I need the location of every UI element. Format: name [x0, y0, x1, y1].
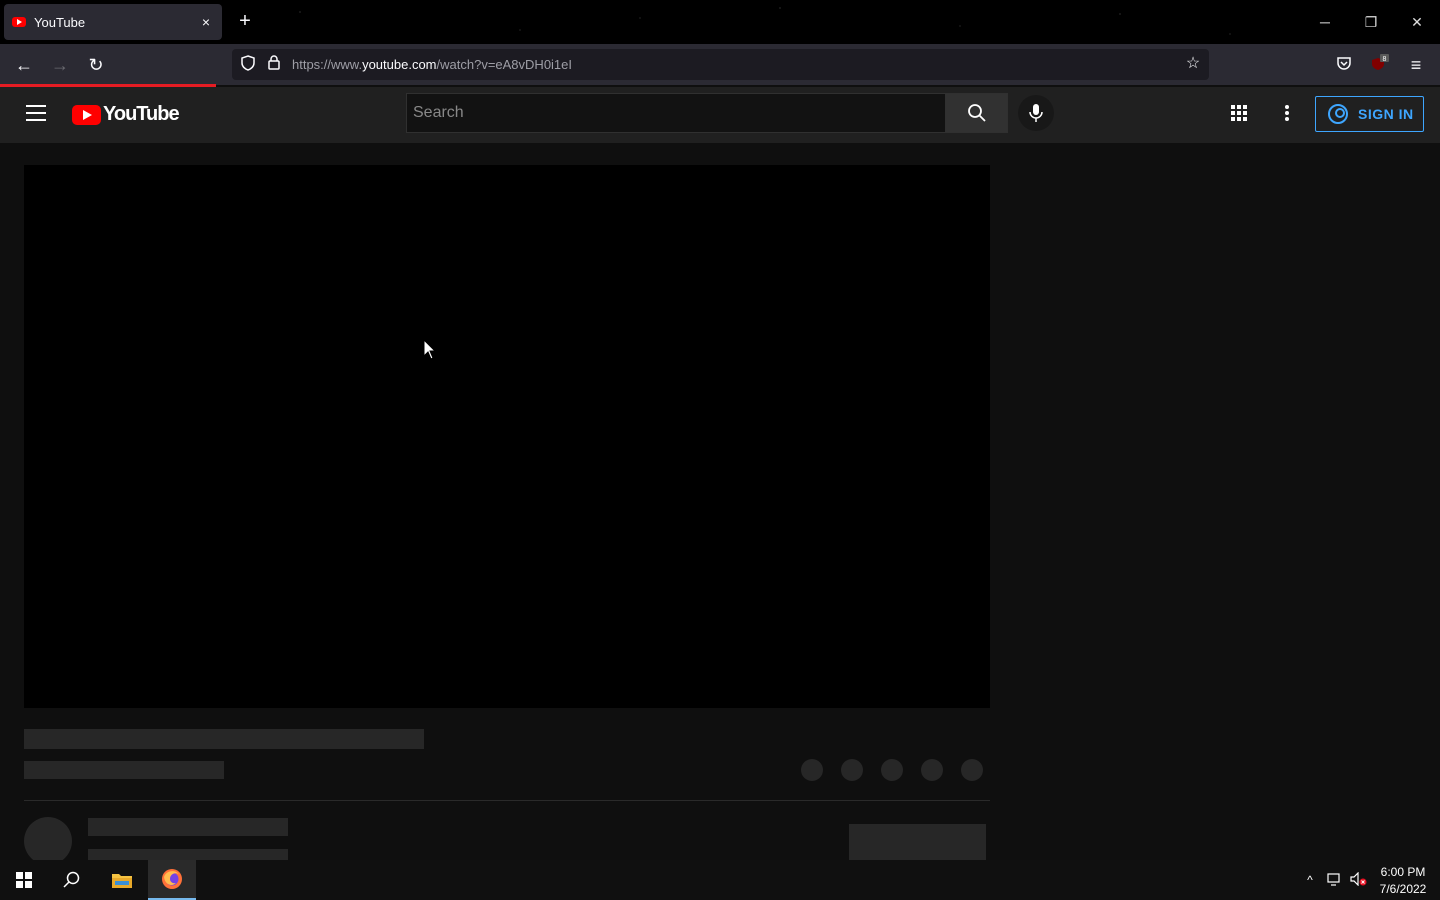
section-divider	[24, 800, 990, 801]
forward-button[interactable]: →	[47, 52, 73, 78]
guide-menu-icon[interactable]	[26, 105, 46, 121]
address-bar[interactable]: https://www.youtube.com/watch?v=eA8vDH0i…	[232, 49, 1209, 80]
youtube-masthead: YouTube SIGN IN	[0, 87, 1440, 143]
action-placeholder	[801, 759, 823, 781]
lock-icon[interactable]	[264, 54, 284, 75]
search-input[interactable]	[407, 94, 945, 132]
url-host: youtube.com	[362, 57, 437, 72]
url-text: https://www.youtube.com/watch?v=eA8vDH0i…	[292, 57, 572, 72]
video-player[interactable]	[24, 165, 990, 708]
reload-button[interactable]: ↻	[83, 52, 109, 78]
firefox-logo-icon	[162, 869, 182, 889]
tracking-protection-shield-icon[interactable]	[238, 54, 258, 75]
start-button[interactable]	[0, 860, 48, 900]
restore-button[interactable]: ❐	[1359, 10, 1383, 34]
volume-muted-icon[interactable]	[1350, 871, 1367, 888]
clock-time: 6:00 PM	[1380, 865, 1426, 879]
action-placeholder	[961, 759, 983, 781]
windows-taskbar: ^ 6:00 PM 7/6/2022	[0, 860, 1440, 900]
youtube-apps-grid-icon[interactable]	[1228, 102, 1250, 124]
action-placeholder	[921, 759, 943, 781]
title-placeholder	[24, 729, 424, 749]
browser-tab-youtube[interactable]: YouTube ×	[4, 4, 222, 40]
new-tab-button[interactable]: +	[233, 10, 257, 34]
settings-more-icon[interactable]	[1280, 101, 1294, 125]
mouse-cursor-icon	[423, 339, 437, 360]
search-icon	[63, 871, 80, 888]
url-prefix: https://www.	[292, 57, 363, 72]
voice-search-button[interactable]	[1018, 95, 1054, 131]
ublock-badge-count: 8	[1383, 56, 1387, 63]
windows-logo-icon	[16, 872, 32, 888]
microphone-icon	[1029, 104, 1043, 122]
pocket-button[interactable]	[1331, 52, 1357, 78]
navigation-toolbar: ← → ↻ https://www.youtube.com/watch?v=eA…	[0, 44, 1440, 85]
tab-close-icon[interactable]: ×	[198, 14, 214, 30]
channel-avatar-placeholder	[24, 817, 72, 865]
search-button[interactable]	[945, 93, 1008, 133]
sign-in-label: SIGN IN	[1358, 106, 1414, 122]
tab-title: YouTube	[34, 14, 86, 30]
minimize-button[interactable]: ─	[1313, 10, 1337, 34]
folder-icon	[112, 874, 132, 888]
views-placeholder	[24, 761, 224, 779]
channel-name-placeholder	[88, 818, 288, 836]
file-explorer-button[interactable]	[98, 860, 146, 900]
subscriber-placeholder	[88, 849, 288, 860]
youtube-play-logo-icon	[72, 104, 101, 125]
show-hidden-icons-chevron-up-icon[interactable]: ^	[1302, 872, 1318, 888]
system-clock[interactable]: 6:00 PM 7/6/2022	[1372, 864, 1434, 898]
search-box	[406, 93, 946, 133]
youtube-favicon-icon	[12, 17, 26, 27]
youtube-logo[interactable]: YouTube	[72, 103, 180, 126]
taskbar-search-button[interactable]	[48, 860, 96, 900]
action-placeholder	[841, 759, 863, 781]
search-icon	[967, 104, 986, 122]
youtube-logo-text: YouTube	[103, 103, 180, 125]
close-window-button[interactable]: ✕	[1405, 10, 1429, 34]
firefox-taskbar-button[interactable]	[148, 860, 196, 900]
clock-date: 7/6/2022	[1379, 882, 1427, 896]
action-placeholder	[881, 759, 903, 781]
network-icon[interactable]	[1326, 872, 1342, 888]
url-path: /watch?v=eA8vDH0i1eI	[436, 57, 573, 72]
app-menu-button[interactable]: ≡	[1403, 52, 1429, 78]
back-button[interactable]: ←	[11, 52, 37, 78]
tab-strip: YouTube × + ─ ❐ ✕	[0, 0, 1440, 44]
account-circle-icon	[1328, 104, 1348, 124]
subscribe-button-placeholder	[849, 824, 986, 860]
sign-in-button[interactable]: SIGN IN	[1315, 96, 1424, 132]
ublock-extension-button[interactable]: 8	[1367, 52, 1393, 78]
bookmark-star-icon[interactable]: ☆	[1183, 54, 1203, 74]
